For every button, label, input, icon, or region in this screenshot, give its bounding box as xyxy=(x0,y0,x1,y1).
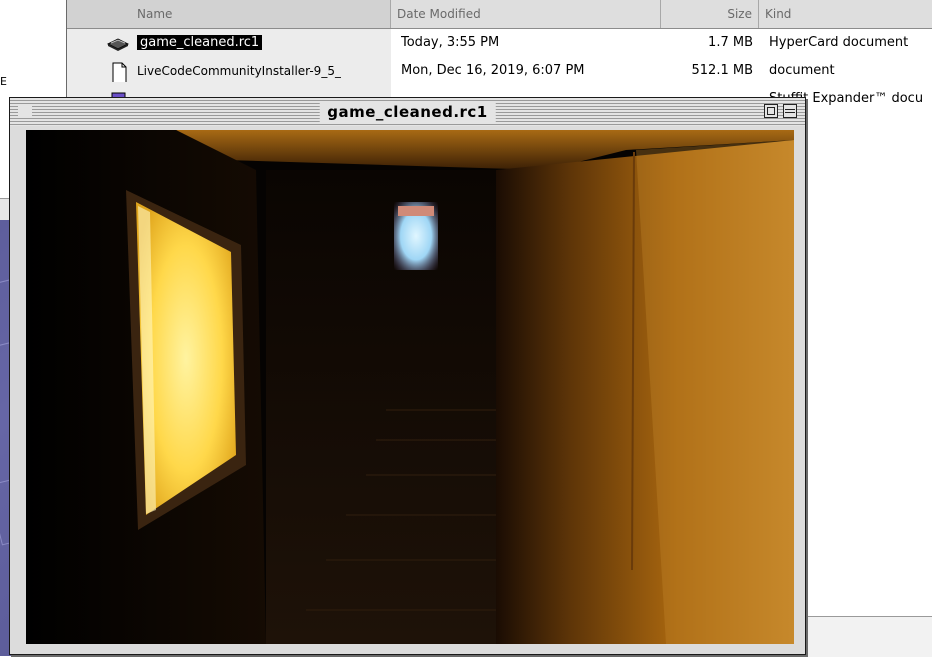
file-row[interactable]: LiveCodeCommunityInstaller-9_5_ Mon, Dec… xyxy=(67,57,932,85)
window-title: game_cleaned.rc1 xyxy=(319,102,496,122)
file-date: Mon, Dec 16, 2019, 6:07 PM xyxy=(401,63,585,78)
file-date: Today, 3:55 PM xyxy=(401,35,500,50)
file-name[interactable]: game_cleaned.rc1 xyxy=(137,35,263,50)
file-row[interactable]: game_cleaned.rc1 Today, 3:55 PM 1.7 MB H… xyxy=(67,29,932,57)
file-kind: document xyxy=(769,63,835,78)
corridor-scene xyxy=(26,130,794,644)
column-header-size[interactable]: Size xyxy=(661,0,759,28)
background-window-text: E xyxy=(0,75,7,88)
file-size: 512.1 MB xyxy=(691,63,753,78)
zoom-box[interactable] xyxy=(764,104,778,118)
file-kind: HyperCard document xyxy=(769,35,909,50)
close-box[interactable] xyxy=(18,104,32,118)
column-header-date-modified[interactable]: Date Modified xyxy=(391,0,661,28)
file-name[interactable]: LiveCodeCommunityInstaller-9_5_ xyxy=(137,57,341,85)
list-header: Name Date Modified Size Kind xyxy=(67,0,932,29)
game-viewport[interactable] xyxy=(26,130,794,644)
hypercard-stack-icon xyxy=(107,38,129,51)
column-header-kind[interactable]: Kind xyxy=(759,0,932,28)
document-icon xyxy=(112,62,127,82)
file-size: 1.7 MB xyxy=(708,35,753,50)
windowshade-box[interactable] xyxy=(783,104,797,118)
window-titlebar[interactable]: game_cleaned.rc1 xyxy=(10,98,805,126)
game-window[interactable]: game_cleaned.rc1 xyxy=(9,97,806,655)
column-header-name[interactable]: Name xyxy=(67,0,391,28)
finder-scroll-area[interactable] xyxy=(799,616,932,657)
